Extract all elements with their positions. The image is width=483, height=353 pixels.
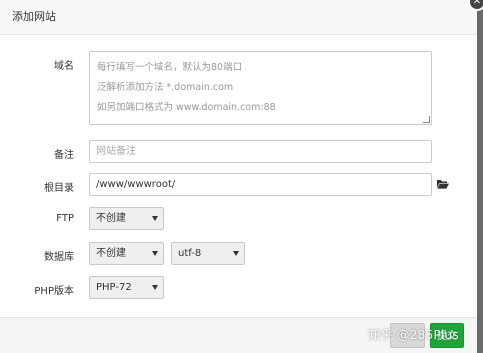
database-selected: 不创建: [96, 248, 126, 259]
domain-hint-line-1: 每行填写一个域名，默认为80端口: [97, 62, 243, 73]
ftp-select[interactable]: 不创建: [89, 207, 164, 230]
caret-down-icon: [152, 216, 158, 221]
remark-input[interactable]: 网站备注: [89, 140, 432, 163]
php-version-select[interactable]: PHP-72: [89, 276, 164, 299]
php-label: PHP版本: [34, 286, 74, 297]
root-dir-input[interactable]: /www/wwwroot/: [89, 173, 432, 196]
caret-down-icon: [152, 251, 158, 256]
ftp-label: FTP: [56, 213, 74, 224]
charset-select[interactable]: utf-8: [171, 242, 245, 265]
php-selected: PHP-72: [96, 282, 132, 293]
caret-down-icon: [152, 285, 158, 290]
database-label: 数据库: [44, 252, 74, 263]
watermark: 知乎 @285Plus: [368, 327, 459, 342]
overlay-strip: [477, 0, 483, 353]
database-select[interactable]: 不创建: [89, 242, 164, 265]
remark-label: 备注: [54, 150, 74, 161]
dialog-title: 添加网站: [12, 10, 56, 23]
charset-selected: utf-8: [178, 248, 202, 259]
domain-hint-line-2: 泛解析添加方法 *.domain.com: [97, 82, 234, 93]
caret-down-icon: [233, 251, 239, 256]
domain-hint-line-3: 如另加端口格式为 www.domain.com:88: [97, 102, 276, 113]
root-label: 根目录: [44, 183, 74, 194]
remark-placeholder: 网站备注: [96, 146, 136, 157]
root-dir-value: /www/wwwroot/: [96, 179, 176, 190]
folder-open-icon[interactable]: [437, 179, 449, 189]
domain-label: 域名: [54, 61, 74, 72]
domain-textarea[interactable]: 每行填写一个域名，默认为80端口 泛解析添加方法 *.domain.com 如另…: [89, 51, 432, 125]
resize-grip-icon[interactable]: [423, 116, 430, 123]
ftp-selected: 不创建: [96, 213, 126, 224]
dialog-header: 添加网站: [0, 0, 477, 35]
add-site-dialog: 添加网站 域名 每行填写一个域名，默认为80端口 泛解析添加方法 *.domai…: [0, 0, 477, 353]
